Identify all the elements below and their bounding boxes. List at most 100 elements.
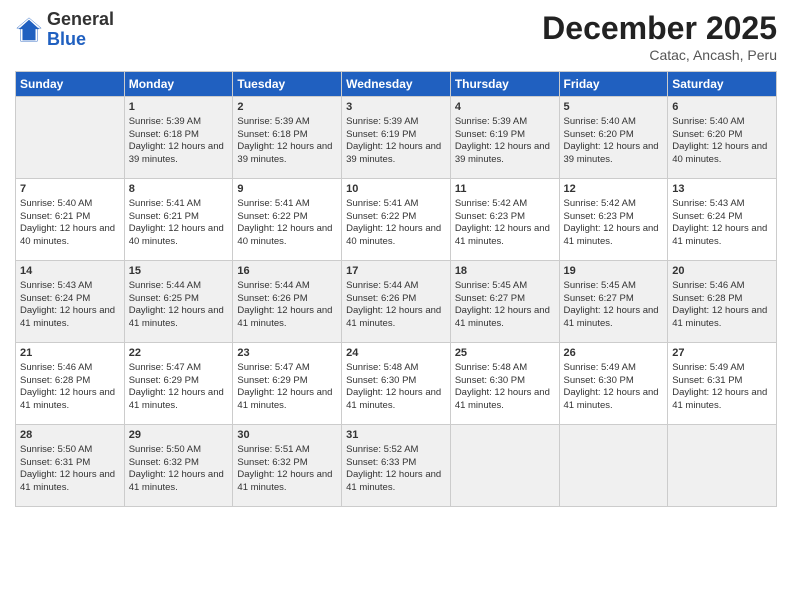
sunset-text: Sunset: 6:32 PM xyxy=(129,457,229,470)
table-row: 28Sunrise: 5:50 AMSunset: 6:31 PMDayligh… xyxy=(16,425,125,507)
table-row: 14Sunrise: 5:43 AMSunset: 6:24 PMDayligh… xyxy=(16,261,125,343)
daylight-text: Daylight: 12 hours and 41 minutes. xyxy=(564,223,664,249)
sunset-text: Sunset: 6:22 PM xyxy=(237,211,337,224)
daylight-text: Daylight: 12 hours and 41 minutes. xyxy=(129,305,229,331)
table-row: 26Sunrise: 5:49 AMSunset: 6:30 PMDayligh… xyxy=(559,343,668,425)
sunset-text: Sunset: 6:29 PM xyxy=(129,375,229,388)
day-number: 23 xyxy=(237,346,337,361)
sunrise-text: Sunrise: 5:42 AM xyxy=(564,198,664,211)
sunset-text: Sunset: 6:18 PM xyxy=(237,129,337,142)
daylight-text: Daylight: 12 hours and 41 minutes. xyxy=(564,305,664,331)
logo-blue: Blue xyxy=(47,29,86,49)
table-row: 6Sunrise: 5:40 AMSunset: 6:20 PMDaylight… xyxy=(668,97,777,179)
table-row: 20Sunrise: 5:46 AMSunset: 6:28 PMDayligh… xyxy=(668,261,777,343)
day-number: 29 xyxy=(129,428,229,443)
sunrise-text: Sunrise: 5:42 AM xyxy=(455,198,555,211)
table-row: 9Sunrise: 5:41 AMSunset: 6:22 PMDaylight… xyxy=(233,179,342,261)
sunset-text: Sunset: 6:30 PM xyxy=(455,375,555,388)
table-row: 19Sunrise: 5:45 AMSunset: 6:27 PMDayligh… xyxy=(559,261,668,343)
sunrise-text: Sunrise: 5:43 AM xyxy=(20,280,120,293)
sunset-text: Sunset: 6:20 PM xyxy=(564,129,664,142)
day-number: 7 xyxy=(20,182,120,197)
day-number: 14 xyxy=(20,264,120,279)
sunrise-text: Sunrise: 5:50 AM xyxy=(129,444,229,457)
table-row: 5Sunrise: 5:40 AMSunset: 6:20 PMDaylight… xyxy=(559,97,668,179)
day-number: 4 xyxy=(455,100,555,115)
col-monday: Monday xyxy=(124,72,233,97)
sunrise-text: Sunrise: 5:46 AM xyxy=(672,280,772,293)
day-number: 27 xyxy=(672,346,772,361)
daylight-text: Daylight: 12 hours and 39 minutes. xyxy=(237,141,337,167)
col-wednesday: Wednesday xyxy=(342,72,451,97)
sunrise-text: Sunrise: 5:40 AM xyxy=(20,198,120,211)
day-number: 26 xyxy=(564,346,664,361)
sunrise-text: Sunrise: 5:44 AM xyxy=(237,280,337,293)
col-sunday: Sunday xyxy=(16,72,125,97)
week-row-1: 7Sunrise: 5:40 AMSunset: 6:21 PMDaylight… xyxy=(16,179,777,261)
sunrise-text: Sunrise: 5:44 AM xyxy=(129,280,229,293)
sunrise-text: Sunrise: 5:47 AM xyxy=(237,362,337,375)
day-number: 25 xyxy=(455,346,555,361)
table-row: 21Sunrise: 5:46 AMSunset: 6:28 PMDayligh… xyxy=(16,343,125,425)
table-row: 3Sunrise: 5:39 AMSunset: 6:19 PMDaylight… xyxy=(342,97,451,179)
sunrise-text: Sunrise: 5:40 AM xyxy=(672,116,772,129)
sunset-text: Sunset: 6:23 PM xyxy=(564,211,664,224)
sunset-text: Sunset: 6:19 PM xyxy=(455,129,555,142)
daylight-text: Daylight: 12 hours and 39 minutes. xyxy=(564,141,664,167)
daylight-text: Daylight: 12 hours and 41 minutes. xyxy=(20,387,120,413)
table-row: 12Sunrise: 5:42 AMSunset: 6:23 PMDayligh… xyxy=(559,179,668,261)
daylight-text: Daylight: 12 hours and 41 minutes. xyxy=(672,387,772,413)
day-number: 6 xyxy=(672,100,772,115)
sunset-text: Sunset: 6:23 PM xyxy=(455,211,555,224)
daylight-text: Daylight: 12 hours and 41 minutes. xyxy=(455,223,555,249)
day-number: 1 xyxy=(129,100,229,115)
day-number: 30 xyxy=(237,428,337,443)
calendar-table: Sunday Monday Tuesday Wednesday Thursday… xyxy=(15,71,777,507)
day-number: 16 xyxy=(237,264,337,279)
sunrise-text: Sunrise: 5:40 AM xyxy=(564,116,664,129)
sunset-text: Sunset: 6:31 PM xyxy=(20,457,120,470)
col-saturday: Saturday xyxy=(668,72,777,97)
sunset-text: Sunset: 6:20 PM xyxy=(672,129,772,142)
sunrise-text: Sunrise: 5:51 AM xyxy=(237,444,337,457)
sunrise-text: Sunrise: 5:46 AM xyxy=(20,362,120,375)
table-row: 24Sunrise: 5:48 AMSunset: 6:30 PMDayligh… xyxy=(342,343,451,425)
day-number: 15 xyxy=(129,264,229,279)
day-number: 17 xyxy=(346,264,446,279)
table-row: 16Sunrise: 5:44 AMSunset: 6:26 PMDayligh… xyxy=(233,261,342,343)
sunset-text: Sunset: 6:29 PM xyxy=(237,375,337,388)
sunset-text: Sunset: 6:25 PM xyxy=(129,293,229,306)
sunrise-text: Sunrise: 5:43 AM xyxy=(672,198,772,211)
daylight-text: Daylight: 12 hours and 41 minutes. xyxy=(129,387,229,413)
daylight-text: Daylight: 12 hours and 40 minutes. xyxy=(237,223,337,249)
col-friday: Friday xyxy=(559,72,668,97)
sunset-text: Sunset: 6:27 PM xyxy=(455,293,555,306)
sunrise-text: Sunrise: 5:48 AM xyxy=(455,362,555,375)
daylight-text: Daylight: 12 hours and 39 minutes. xyxy=(346,141,446,167)
logo: General Blue xyxy=(15,10,114,50)
table-row: 30Sunrise: 5:51 AMSunset: 6:32 PMDayligh… xyxy=(233,425,342,507)
daylight-text: Daylight: 12 hours and 41 minutes. xyxy=(346,305,446,331)
sunset-text: Sunset: 6:21 PM xyxy=(129,211,229,224)
table-row: 1Sunrise: 5:39 AMSunset: 6:18 PMDaylight… xyxy=(124,97,233,179)
day-number: 24 xyxy=(346,346,446,361)
month-title: December 2025 xyxy=(542,10,777,47)
table-row: 18Sunrise: 5:45 AMSunset: 6:27 PMDayligh… xyxy=(450,261,559,343)
day-number: 20 xyxy=(672,264,772,279)
sunrise-text: Sunrise: 5:39 AM xyxy=(237,116,337,129)
logo-general: General xyxy=(47,9,114,29)
daylight-text: Daylight: 12 hours and 41 minutes. xyxy=(129,469,229,495)
day-number: 18 xyxy=(455,264,555,279)
sunset-text: Sunset: 6:30 PM xyxy=(346,375,446,388)
daylight-text: Daylight: 12 hours and 41 minutes. xyxy=(455,387,555,413)
header: General Blue December 2025 Catac, Ancash… xyxy=(15,10,777,63)
sunset-text: Sunset: 6:30 PM xyxy=(564,375,664,388)
day-number: 2 xyxy=(237,100,337,115)
daylight-text: Daylight: 12 hours and 40 minutes. xyxy=(129,223,229,249)
location: Catac, Ancash, Peru xyxy=(542,47,777,63)
sunrise-text: Sunrise: 5:41 AM xyxy=(237,198,337,211)
table-row xyxy=(559,425,668,507)
day-number: 28 xyxy=(20,428,120,443)
table-row: 31Sunrise: 5:52 AMSunset: 6:33 PMDayligh… xyxy=(342,425,451,507)
sunset-text: Sunset: 6:19 PM xyxy=(346,129,446,142)
